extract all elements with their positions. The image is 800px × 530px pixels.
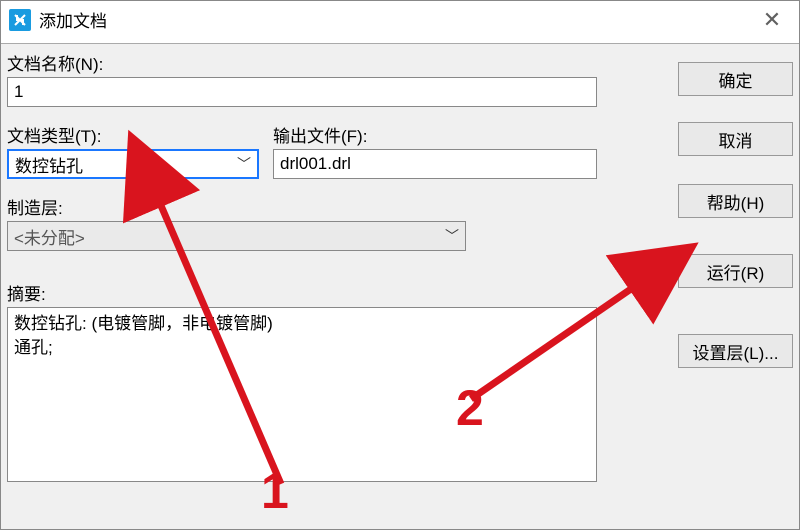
output-file-input[interactable] (273, 149, 597, 179)
doc-name-label: 文档名称(N): (7, 50, 597, 75)
doc-type-value: 数控钻孔 (15, 152, 83, 177)
output-file-label: 输出文件(F): (273, 122, 597, 147)
chevron-down-icon: ﹀ (445, 226, 459, 246)
chevron-down-icon: ﹀ (237, 154, 251, 174)
mfg-layer-label: 制造层: (7, 194, 466, 219)
mfg-layer-value: <未分配> (14, 224, 85, 249)
doc-type-select[interactable]: 数控钻孔 ﹀ (7, 149, 259, 179)
app-icon (9, 9, 31, 31)
set-layer-button[interactable]: 设置层(L)... (678, 334, 793, 368)
window-title: 添加文档 (39, 7, 753, 32)
titlebar: 添加文档 ✕ (1, 1, 799, 39)
mfg-layer-select[interactable]: <未分配> ﹀ (7, 221, 466, 251)
close-icon[interactable]: ✕ (753, 7, 791, 33)
dialog-window: 添加文档 ✕ 文档名称(N): 文档类型(T): 数控钻孔 ﹀ 输出文件(F):… (0, 0, 800, 530)
summary-label: 摘要: (7, 280, 597, 305)
content-area: 文档名称(N): 文档类型(T): 数控钻孔 ﹀ 输出文件(F): 制造层: <… (1, 43, 799, 529)
doc-name-input[interactable] (7, 77, 597, 107)
help-button[interactable]: 帮助(H) (678, 184, 793, 218)
doc-type-label: 文档类型(T): (7, 122, 259, 147)
run-button[interactable]: 运行(R) (678, 254, 793, 288)
summary-textarea[interactable] (7, 307, 597, 482)
ok-button[interactable]: 确定 (678, 62, 793, 96)
cancel-button[interactable]: 取消 (678, 122, 793, 156)
